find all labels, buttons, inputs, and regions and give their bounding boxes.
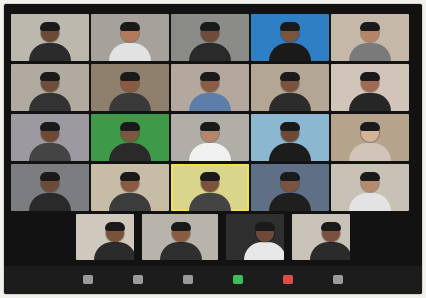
- participant-body: [349, 93, 391, 111]
- participant-hair: [120, 72, 140, 81]
- participant-body: [269, 193, 311, 211]
- participant-body: [269, 43, 311, 61]
- participant-hair: [120, 22, 140, 31]
- participants-button[interactable]: [121, 274, 155, 286]
- participant-tile[interactable]: [331, 64, 409, 111]
- participant-body: [189, 193, 231, 211]
- participant-body: [109, 93, 151, 111]
- participant-body: [94, 242, 134, 260]
- participant-tile[interactable]: [331, 14, 409, 61]
- participant-body: [244, 242, 284, 260]
- participant-hair: [280, 122, 300, 131]
- participant-body: [189, 93, 231, 111]
- meeting-toolbar: [4, 266, 422, 294]
- participant-body: [349, 143, 391, 161]
- participants-icon: [133, 274, 143, 284]
- participant-tile[interactable]: [11, 64, 89, 111]
- participant-body: [29, 43, 71, 61]
- participant-tile[interactable]: [91, 14, 169, 61]
- camera-button[interactable]: [71, 274, 105, 286]
- participant-hair: [280, 72, 300, 81]
- participant-hair: [200, 122, 220, 131]
- camera-icon: [83, 274, 93, 284]
- participant-body: [109, 143, 151, 161]
- participant-tile[interactable]: [251, 64, 329, 111]
- participant-tile[interactable]: [11, 164, 89, 211]
- participant-hair: [321, 222, 341, 231]
- participant-tile[interactable]: [251, 14, 329, 61]
- participant-body: [349, 193, 391, 211]
- participant-hair: [200, 172, 220, 181]
- participant-tile[interactable]: [76, 214, 134, 260]
- participant-body: [269, 143, 311, 161]
- gallery-row: [11, 114, 415, 161]
- participant-hair: [360, 72, 380, 81]
- participant-tile[interactable]: [11, 14, 89, 61]
- reactions-icon: [333, 274, 343, 284]
- participant-hair: [120, 172, 140, 181]
- participant-hair: [40, 72, 60, 81]
- participant-tile[interactable]: [171, 114, 249, 161]
- gallery-last-row: [11, 214, 415, 260]
- participant-body: [109, 43, 151, 61]
- participant-hair: [105, 222, 125, 231]
- participant-tile[interactable]: [171, 164, 249, 211]
- participant-tile[interactable]: [251, 164, 329, 211]
- participant-tile[interactable]: [331, 164, 409, 211]
- chat-icon: [183, 274, 193, 284]
- participant-hair: [200, 22, 220, 31]
- participant-tile[interactable]: [91, 164, 169, 211]
- video-gallery: [11, 14, 415, 260]
- participant-hair: [40, 122, 60, 131]
- gallery-row: [11, 14, 415, 61]
- participant-hair: [200, 72, 220, 81]
- participant-hair: [360, 122, 380, 131]
- participant-hair: [255, 222, 275, 231]
- participant-body: [189, 43, 231, 61]
- reactions-button[interactable]: [321, 274, 355, 286]
- participant-hair: [360, 22, 380, 31]
- record-icon: [283, 274, 293, 284]
- participant-hair: [120, 122, 140, 131]
- participant-hair: [40, 172, 60, 181]
- participant-body: [269, 93, 311, 111]
- participant-hair: [171, 222, 191, 231]
- participant-body: [189, 143, 231, 161]
- participant-hair: [40, 22, 60, 31]
- participant-hair: [360, 172, 380, 181]
- share-screen-icon: [233, 274, 243, 284]
- share-screen-button[interactable]: [221, 274, 255, 286]
- participant-tile[interactable]: [91, 114, 169, 161]
- participant-body: [29, 143, 71, 161]
- participant-tile[interactable]: [226, 214, 284, 260]
- gallery-row: [11, 164, 415, 211]
- meeting-window: [4, 4, 422, 294]
- participant-body: [349, 43, 391, 61]
- participant-tile[interactable]: [171, 64, 249, 111]
- participant-body: [109, 193, 151, 211]
- participant-tile[interactable]: [292, 214, 350, 260]
- participant-body: [29, 193, 71, 211]
- participant-body: [310, 242, 350, 260]
- participant-body: [29, 93, 71, 111]
- participant-tile[interactable]: [142, 214, 218, 260]
- participant-body: [160, 242, 202, 260]
- participant-tile[interactable]: [171, 14, 249, 61]
- record-button[interactable]: [271, 274, 305, 286]
- participant-hair: [280, 172, 300, 181]
- participant-tile[interactable]: [91, 64, 169, 111]
- participant-tile[interactable]: [11, 114, 89, 161]
- chat-button[interactable]: [171, 274, 205, 286]
- participant-hair: [280, 22, 300, 31]
- gallery-row: [11, 64, 415, 111]
- participant-tile[interactable]: [331, 114, 409, 161]
- participant-tile[interactable]: [251, 114, 329, 161]
